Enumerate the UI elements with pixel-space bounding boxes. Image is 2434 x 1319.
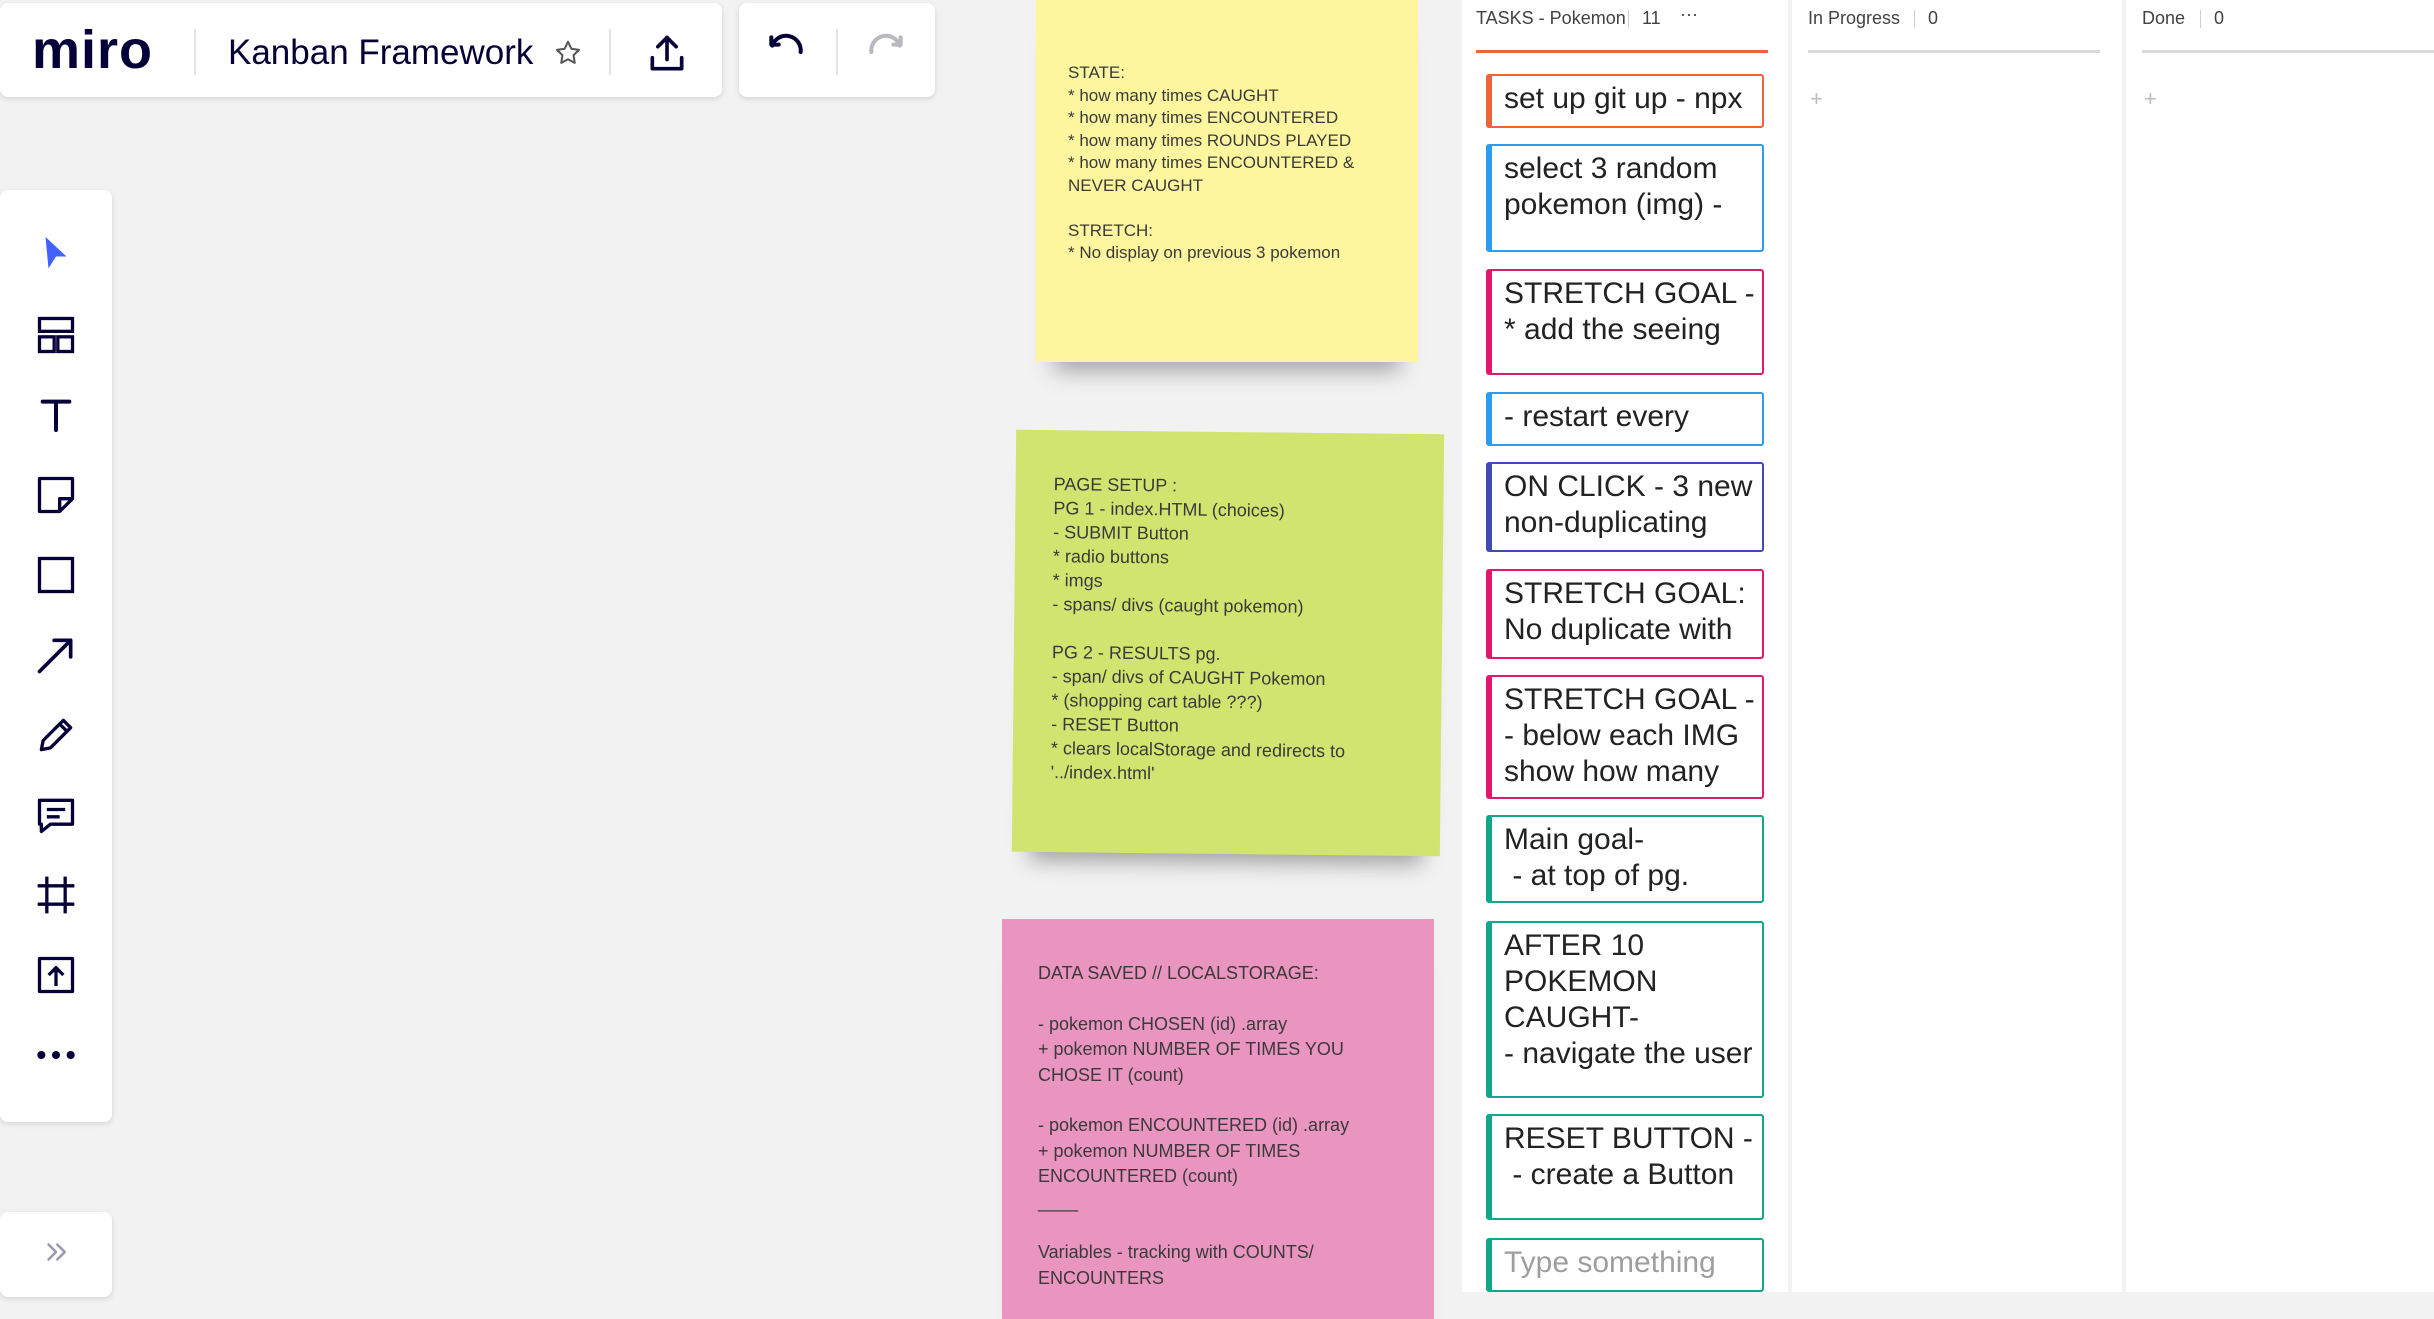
kanban-card[interactable]: STRETCH GOAL - - below each IMG show how… xyxy=(1486,675,1764,799)
kanban-column-done xyxy=(2126,0,2434,1292)
kanban-card[interactable]: STRETCH GOAL - * add the seeing xyxy=(1486,269,1764,375)
kanban-column-in-progress xyxy=(1792,0,2122,1292)
shape-icon[interactable] xyxy=(16,540,96,610)
kanban-card[interactable]: RESET BUTTON - - create a Button xyxy=(1486,1114,1764,1220)
sticky-note-state[interactable]: STATE: * how many times CAUGHT * how man… xyxy=(1036,0,1418,362)
left-toolbar xyxy=(0,190,112,1122)
column-title[interactable]: Done xyxy=(2142,8,2185,29)
divider xyxy=(1628,10,1629,28)
column-more-icon[interactable]: ··· xyxy=(1680,4,1698,25)
divider xyxy=(1914,10,1915,28)
column-count: 0 xyxy=(2214,8,2225,28)
frame-icon[interactable] xyxy=(16,860,96,930)
select-tool-icon[interactable] xyxy=(16,220,96,290)
expand-panel[interactable] xyxy=(0,1212,112,1297)
sticky-note-page-setup[interactable]: PAGE SETUP : PG 1 - index.HTML (choices)… xyxy=(1011,429,1445,857)
kanban-card[interactable]: ON CLICK - 3 new non-duplicating xyxy=(1486,462,1764,552)
connection-line-icon[interactable] xyxy=(16,620,96,690)
column-color-line xyxy=(2142,50,2434,53)
comment-icon[interactable] xyxy=(16,780,96,850)
column-color-line xyxy=(1476,50,1768,53)
divider xyxy=(2200,10,2201,28)
chevron-double-right-icon[interactable] xyxy=(36,1232,76,1272)
divider xyxy=(836,29,838,75)
kanban-card[interactable]: set up git up - npx xyxy=(1486,74,1764,128)
column-title[interactable]: TASKS - Pokemon xyxy=(1476,8,1626,29)
text-tool-icon[interactable] xyxy=(16,380,96,450)
add-card-plus-icon[interactable]: + xyxy=(2144,86,2157,112)
column-title[interactable]: In Progress xyxy=(1808,8,1900,29)
kanban-card[interactable]: AFTER 10 POKEMON CAUGHT- - navigate the … xyxy=(1486,921,1764,1098)
column-count: 11 xyxy=(1642,8,1661,28)
star-icon[interactable] xyxy=(548,33,588,73)
board-title[interactable]: Kanban Framework xyxy=(228,33,533,73)
upload-tool-icon[interactable] xyxy=(16,940,96,1010)
new-card-input[interactable]: Type something xyxy=(1486,1238,1764,1292)
sticky-note-text: DATA SAVED // LOCALSTORAGE: - pokemon CH… xyxy=(1038,963,1350,1288)
divider xyxy=(194,29,196,75)
divider xyxy=(609,29,611,75)
kanban-card[interactable]: STRETCH GOAL: No duplicate with xyxy=(1486,569,1764,659)
sticky-note-icon[interactable] xyxy=(16,460,96,530)
kanban-card[interactable]: - restart every xyxy=(1486,392,1764,446)
column-count: 0 xyxy=(1928,8,1939,28)
miro-logo[interactable]: miro xyxy=(32,19,153,81)
top-left-toolbar: miro Kanban Framework xyxy=(0,3,722,97)
add-card-plus-icon[interactable]: + xyxy=(1810,86,1823,112)
more-icon[interactable] xyxy=(16,1020,96,1090)
templates-icon[interactable] xyxy=(16,300,96,370)
undo-redo-panel xyxy=(739,3,935,97)
kanban-card[interactable]: select 3 random pokemon (img) - xyxy=(1486,144,1764,252)
undo-icon[interactable] xyxy=(761,27,811,77)
pen-icon[interactable] xyxy=(16,700,96,770)
sticky-note-text: PAGE SETUP : PG 1 - index.HTML (choices)… xyxy=(1050,474,1346,784)
kanban-card[interactable]: Main goal- - at top of pg. xyxy=(1486,815,1764,903)
sticky-note-text: STATE: * how many times CAUGHT * how man… xyxy=(1068,63,1355,262)
sticky-note-data-saved[interactable]: DATA SAVED // LOCALSTORAGE: - pokemon CH… xyxy=(1002,919,1434,1319)
upload-icon[interactable] xyxy=(640,27,694,81)
column-color-line xyxy=(1808,50,2100,53)
redo-icon[interactable] xyxy=(861,27,911,77)
